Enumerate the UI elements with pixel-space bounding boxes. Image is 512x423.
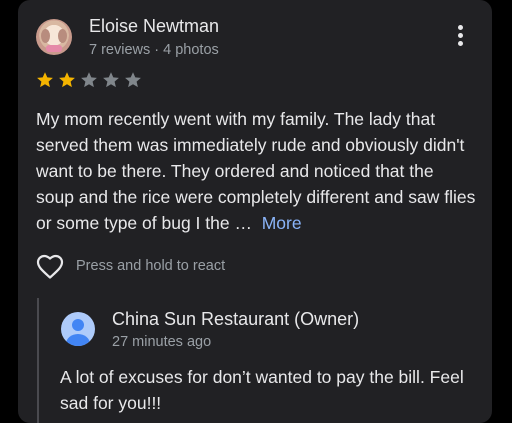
reviewer-avatar[interactable] (36, 19, 72, 55)
star-empty-icon (125, 72, 141, 88)
star-empty-icon (81, 72, 97, 88)
react-label: Press and hold to react (76, 258, 226, 274)
avatar-ear (41, 29, 50, 43)
person-icon (72, 319, 84, 331)
owner-avatar (61, 312, 95, 346)
avatar-bow (46, 45, 62, 52)
review-text: My mom recently went with my family. The… (36, 106, 476, 236)
star-rating (36, 71, 146, 89)
reply-divider (37, 298, 39, 423)
heart-outline-icon[interactable] (36, 254, 64, 280)
owner-reply-text: A lot of excuses for don’t wanted to pay… (60, 367, 464, 413)
star-filled-icon (37, 72, 53, 88)
owner-reply-time: 27 minutes ago (112, 334, 212, 350)
more-link[interactable]: More (262, 213, 302, 233)
avatar-ear (58, 29, 67, 43)
reviewer-meta: 7 reviews · 4 photos (89, 42, 219, 58)
star-filled-icon (59, 72, 75, 88)
star-empty-icon (103, 72, 119, 88)
owner-name: China Sun Restaurant (Owner) (112, 309, 360, 329)
review-body: My mom recently went with my family. The… (36, 109, 476, 233)
reviewer-name[interactable]: Eloise Newtman (89, 16, 219, 37)
more-vert-icon[interactable] (452, 25, 468, 49)
